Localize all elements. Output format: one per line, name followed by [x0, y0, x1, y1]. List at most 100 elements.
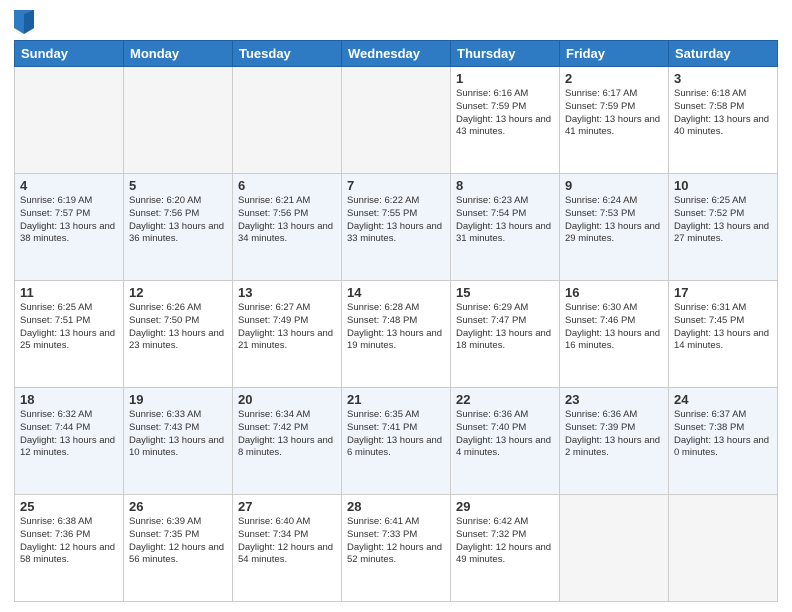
day-info: Sunrise: 6:42 AM Sunset: 7:32 PM Dayligh…	[456, 516, 554, 567]
day-info: Sunrise: 6:28 AM Sunset: 7:48 PM Dayligh…	[347, 302, 445, 353]
day-info: Sunrise: 6:27 AM Sunset: 7:49 PM Dayligh…	[238, 302, 336, 353]
calendar-week-row: 11 Sunrise: 6:25 AM Sunset: 7:51 PM Dayli…	[15, 281, 778, 388]
day-number: 11	[20, 285, 118, 300]
calendar-day-cell: 29 Sunrise: 6:42 AM Sunset: 7:32 PM Dayli…	[451, 495, 560, 602]
day-number: 14	[347, 285, 445, 300]
day-number: 23	[565, 392, 663, 407]
day-info: Sunrise: 6:33 AM Sunset: 7:43 PM Dayligh…	[129, 409, 227, 460]
calendar-header-row: SundayMondayTuesdayWednesdayThursdayFrid…	[15, 41, 778, 67]
calendar-week-row: 1 Sunrise: 6:16 AM Sunset: 7:59 PM Daylig…	[15, 67, 778, 174]
day-number: 3	[674, 71, 772, 86]
day-number: 20	[238, 392, 336, 407]
calendar-day-cell: 9 Sunrise: 6:24 AM Sunset: 7:53 PM Daylig…	[560, 174, 669, 281]
calendar-day-cell: 2 Sunrise: 6:17 AM Sunset: 7:59 PM Daylig…	[560, 67, 669, 174]
day-info: Sunrise: 6:30 AM Sunset: 7:46 PM Dayligh…	[565, 302, 663, 353]
day-info: Sunrise: 6:34 AM Sunset: 7:42 PM Dayligh…	[238, 409, 336, 460]
day-info: Sunrise: 6:25 AM Sunset: 7:51 PM Dayligh…	[20, 302, 118, 353]
day-info: Sunrise: 6:24 AM Sunset: 7:53 PM Dayligh…	[565, 195, 663, 246]
calendar-day-cell: 1 Sunrise: 6:16 AM Sunset: 7:59 PM Daylig…	[451, 67, 560, 174]
calendar-day-cell	[15, 67, 124, 174]
calendar-day-cell: 10 Sunrise: 6:25 AM Sunset: 7:52 PM Dayli…	[669, 174, 778, 281]
page: SundayMondayTuesdayWednesdayThursdayFrid…	[0, 0, 792, 612]
calendar-day-cell: 22 Sunrise: 6:36 AM Sunset: 7:40 PM Dayli…	[451, 388, 560, 495]
day-number: 6	[238, 178, 336, 193]
calendar-day-header: Saturday	[669, 41, 778, 67]
calendar-day-cell: 17 Sunrise: 6:31 AM Sunset: 7:45 PM Dayli…	[669, 281, 778, 388]
calendar-day-cell: 14 Sunrise: 6:28 AM Sunset: 7:48 PM Dayli…	[342, 281, 451, 388]
day-info: Sunrise: 6:17 AM Sunset: 7:59 PM Dayligh…	[565, 88, 663, 139]
calendar-day-cell: 23 Sunrise: 6:36 AM Sunset: 7:39 PM Dayli…	[560, 388, 669, 495]
calendar-day-cell: 15 Sunrise: 6:29 AM Sunset: 7:47 PM Dayli…	[451, 281, 560, 388]
day-number: 1	[456, 71, 554, 86]
header	[14, 10, 778, 34]
calendar-day-cell: 16 Sunrise: 6:30 AM Sunset: 7:46 PM Dayli…	[560, 281, 669, 388]
calendar-day-cell: 5Sunrise: 6:20 AM Sunset: 7:56 PM Daylig…	[124, 174, 233, 281]
day-info: Sunrise: 6:31 AM Sunset: 7:45 PM Dayligh…	[674, 302, 772, 353]
calendar-day-header: Thursday	[451, 41, 560, 67]
calendar-day-cell: 21 Sunrise: 6:35 AM Sunset: 7:41 PM Dayli…	[342, 388, 451, 495]
day-number: 9	[565, 178, 663, 193]
calendar-day-header: Sunday	[15, 41, 124, 67]
day-info: Sunrise: 6:32 AM Sunset: 7:44 PM Dayligh…	[20, 409, 118, 460]
day-number: 17	[674, 285, 772, 300]
day-number: 24	[674, 392, 772, 407]
calendar-day-header: Wednesday	[342, 41, 451, 67]
calendar-day-cell: 28Sunrise: 6:41 AM Sunset: 7:33 PM Dayli…	[342, 495, 451, 602]
day-number: 8	[456, 178, 554, 193]
calendar-day-cell	[669, 495, 778, 602]
day-number: 25	[20, 499, 118, 514]
calendar-day-cell: 8 Sunrise: 6:23 AM Sunset: 7:54 PM Daylig…	[451, 174, 560, 281]
day-info: Sunrise: 6:23 AM Sunset: 7:54 PM Dayligh…	[456, 195, 554, 246]
calendar-day-cell	[342, 67, 451, 174]
calendar-day-header: Tuesday	[233, 41, 342, 67]
calendar-table: SundayMondayTuesdayWednesdayThursdayFrid…	[14, 40, 778, 602]
day-info: Sunrise: 6:37 AM Sunset: 7:38 PM Dayligh…	[674, 409, 772, 460]
day-info: Sunrise: 6:29 AM Sunset: 7:47 PM Dayligh…	[456, 302, 554, 353]
day-info: Sunrise: 6:25 AM Sunset: 7:52 PM Dayligh…	[674, 195, 772, 246]
calendar-day-cell: 3 Sunrise: 6:18 AM Sunset: 7:58 PM Daylig…	[669, 67, 778, 174]
calendar-day-cell: 18 Sunrise: 6:32 AM Sunset: 7:44 PM Dayli…	[15, 388, 124, 495]
day-number: 28	[347, 499, 445, 514]
day-number: 2	[565, 71, 663, 86]
calendar-day-cell: 6 Sunrise: 6:21 AM Sunset: 7:56 PM Daylig…	[233, 174, 342, 281]
calendar-day-cell: 19 Sunrise: 6:33 AM Sunset: 7:43 PM Dayli…	[124, 388, 233, 495]
day-number: 4	[20, 178, 118, 193]
calendar-day-cell: 4 Sunrise: 6:19 AM Sunset: 7:57 PM Daylig…	[15, 174, 124, 281]
calendar-week-row: 25Sunrise: 6:38 AM Sunset: 7:36 PM Dayli…	[15, 495, 778, 602]
day-info: Sunrise: 6:36 AM Sunset: 7:39 PM Dayligh…	[565, 409, 663, 460]
day-number: 10	[674, 178, 772, 193]
day-number: 27	[238, 499, 336, 514]
day-info: Sunrise: 6:20 AM Sunset: 7:56 PM Dayligh…	[129, 195, 227, 246]
day-info: Sunrise: 6:22 AM Sunset: 7:55 PM Dayligh…	[347, 195, 445, 246]
day-number: 16	[565, 285, 663, 300]
day-number: 21	[347, 392, 445, 407]
day-number: 12	[129, 285, 227, 300]
day-number: 18	[20, 392, 118, 407]
day-info: Sunrise: 6:21 AM Sunset: 7:56 PM Dayligh…	[238, 195, 336, 246]
day-info: Sunrise: 6:35 AM Sunset: 7:41 PM Dayligh…	[347, 409, 445, 460]
calendar-day-cell: 13 Sunrise: 6:27 AM Sunset: 7:49 PM Dayli…	[233, 281, 342, 388]
calendar-day-header: Friday	[560, 41, 669, 67]
day-info: Sunrise: 6:40 AM Sunset: 7:34 PM Dayligh…	[238, 516, 336, 567]
day-number: 13	[238, 285, 336, 300]
calendar-day-cell: 11 Sunrise: 6:25 AM Sunset: 7:51 PM Dayli…	[15, 281, 124, 388]
day-info: Sunrise: 6:19 AM Sunset: 7:57 PM Dayligh…	[20, 195, 118, 246]
calendar-day-cell	[233, 67, 342, 174]
day-info: Sunrise: 6:36 AM Sunset: 7:40 PM Dayligh…	[456, 409, 554, 460]
day-number: 7	[347, 178, 445, 193]
calendar-day-cell: 25Sunrise: 6:38 AM Sunset: 7:36 PM Dayli…	[15, 495, 124, 602]
day-number: 15	[456, 285, 554, 300]
calendar-day-cell: 12 Sunrise: 6:26 AM Sunset: 7:50 PM Dayli…	[124, 281, 233, 388]
day-info: Sunrise: 6:18 AM Sunset: 7:58 PM Dayligh…	[674, 88, 772, 139]
day-info: Sunrise: 6:26 AM Sunset: 7:50 PM Dayligh…	[129, 302, 227, 353]
calendar-day-header: Monday	[124, 41, 233, 67]
logo	[14, 10, 38, 34]
calendar-day-cell	[124, 67, 233, 174]
calendar-day-cell: 7 Sunrise: 6:22 AM Sunset: 7:55 PM Daylig…	[342, 174, 451, 281]
day-number: 19	[129, 392, 227, 407]
day-info: Sunrise: 6:16 AM Sunset: 7:59 PM Dayligh…	[456, 88, 554, 139]
logo-icon	[14, 10, 34, 34]
day-number: 29	[456, 499, 554, 514]
calendar-day-cell: 20 Sunrise: 6:34 AM Sunset: 7:42 PM Dayli…	[233, 388, 342, 495]
day-number: 22	[456, 392, 554, 407]
